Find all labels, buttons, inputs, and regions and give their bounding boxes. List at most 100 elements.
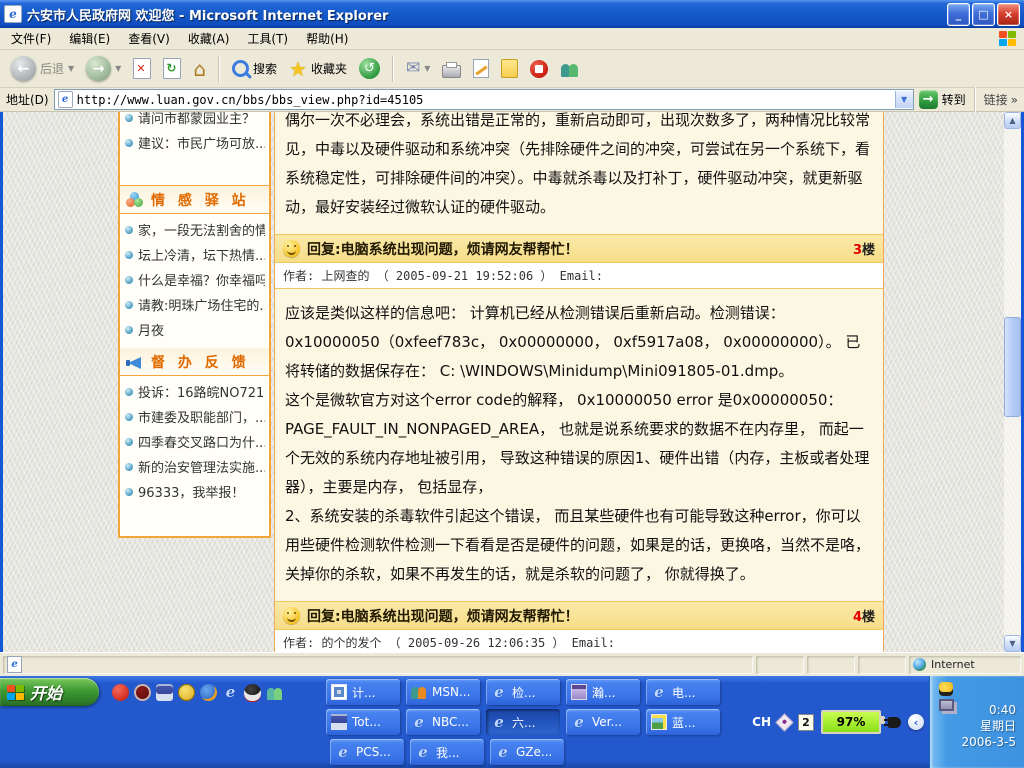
menu-view[interactable]: 查看(V) [119, 28, 179, 49]
notepad-button[interactable] [498, 57, 521, 80]
menu-favorites[interactable]: 收藏(A) [179, 28, 239, 49]
tray-badge-icon[interactable]: 2 [798, 714, 814, 731]
author-line: 作者: 上网查的 （ 2005-09-21 19:52:06 ） Email: [275, 263, 883, 289]
battery-indicator[interactable]: 97% [821, 710, 881, 734]
power-plug-icon[interactable] [888, 717, 901, 728]
edit-button[interactable] [470, 57, 492, 80]
qq-tray-icon[interactable] [939, 682, 953, 696]
ime-icon[interactable] [775, 713, 793, 731]
taskbar-window-button[interactable]: 六... [486, 709, 560, 735]
sidebar-topic-link[interactable]: 市建委及职能部门，... [125, 404, 265, 429]
mail-button[interactable]: ✉▼ [403, 58, 433, 79]
menu-help[interactable]: 帮助(H) [297, 28, 357, 49]
address-field[interactable]: e ▼ [54, 89, 914, 110]
home-button[interactable]: ⌂ [190, 57, 209, 81]
quick-launch-icon[interactable] [112, 684, 129, 701]
favorites-button[interactable]: ★ 收藏夹 [286, 57, 350, 81]
sidebar-topic-link[interactable]: 请问市都蒙园业主？ [125, 112, 265, 130]
taskbar-button-icon [411, 714, 427, 730]
sidebar-topic-link[interactable]: 坛上冷清，坛下热情... [125, 242, 265, 267]
post-content: 偶尔一次不必理会，系统出错是正常的，重新启动即可，出现次数多了，两种情况比较常见… [275, 112, 883, 234]
address-dropdown-icon[interactable]: ▼ [895, 91, 913, 108]
search-button[interactable]: 搜索 [229, 58, 280, 79]
bullet-icon [125, 438, 133, 446]
status-pane [807, 656, 855, 674]
quick-launch-icon[interactable] [266, 684, 283, 701]
vertical-scrollbar[interactable]: ▲ ▼ [1004, 112, 1021, 652]
scroll-up-icon[interactable]: ▲ [1004, 112, 1021, 129]
sidebar-topic-link[interactable]: 什么是幸福？你幸福吗？ [125, 267, 265, 292]
menu-edit[interactable]: 编辑(E) [60, 28, 119, 49]
windows-logo-icon [999, 31, 1016, 46]
address-label: 地址(D) [6, 91, 49, 108]
network-tray-icon[interactable] [939, 699, 954, 711]
links-toolbar[interactable]: 链接 » [984, 91, 1018, 108]
sidebar-topic-link[interactable]: 家，一段无法割舍的情感 [125, 217, 265, 242]
sidebar-topic-link[interactable]: 96333，我举报！ [125, 479, 265, 504]
sidebar-topic-link[interactable]: 请教:明珠广场住宅的... [125, 292, 265, 317]
menu-tools[interactable]: 工具(T) [238, 28, 297, 49]
ie-browser-window: e 六安市人民政府网 欢迎您 - Microsoft Internet Expl… [0, 0, 1024, 768]
maximize-button[interactable]: □ [972, 3, 995, 26]
sidebar-section-emotion: 情 感 驿 站 [120, 186, 269, 214]
scroll-down-icon[interactable]: ▼ [1004, 635, 1021, 652]
messenger-button[interactable] [557, 59, 583, 79]
stop-button[interactable] [130, 56, 154, 81]
taskbar-row-1: 计... MSN... 检... 瀚... [326, 679, 720, 705]
browser-viewport: 请问市都蒙园业主？ 建议：市民广场可放... 情 感 驿 站 [0, 112, 1024, 652]
forward-dropdown-icon[interactable]: ▼ [115, 64, 121, 73]
print-button[interactable] [439, 58, 464, 80]
taskbar-window-button[interactable]: 瀚... [566, 679, 640, 705]
taskbar-window-button[interactable]: GZe... [490, 739, 564, 765]
sidebar-topic-link[interactable]: 新的治安管理法实施... [125, 454, 265, 479]
taskbar-window-button[interactable]: PCS... [330, 739, 404, 765]
back-dropdown-icon[interactable]: ▼ [68, 64, 74, 73]
quick-launch-icon[interactable] [244, 684, 261, 701]
printer-icon [442, 65, 461, 78]
url-input[interactable] [77, 93, 891, 107]
bullet-icon [125, 413, 133, 421]
language-indicator[interactable]: CH [752, 715, 771, 729]
taskbar-window-button[interactable]: Tot... [326, 709, 400, 735]
sidebar-topic-link[interactable]: 建议：市民广场可放... [125, 130, 265, 155]
taskbar-window-button[interactable]: 我... [410, 739, 484, 765]
sidebar-topic-link[interactable]: 投诉：16路皖NO7213... [125, 379, 265, 404]
sidebar-topic-link[interactable]: 四季春交叉路口为什... [125, 429, 265, 454]
taskbar-button-icon [571, 684, 587, 700]
internet-globe-icon [913, 658, 926, 671]
taskbar-window-button[interactable]: 计... [326, 679, 400, 705]
start-button[interactable]: 开始 [0, 678, 99, 706]
refresh-button[interactable] [160, 56, 184, 81]
taskbar-window-button[interactable]: NBC... [406, 709, 480, 735]
quick-launch-icon[interactable] [178, 684, 195, 701]
forum-thread-panel: 偶尔一次不必理会，系统出错是正常的，重新启动即可，出现次数多了，两种情况比较常见… [274, 112, 884, 652]
notepad-icon [501, 59, 518, 78]
forward-button[interactable]: → ▼ [83, 54, 124, 83]
taskbar-window-button[interactable]: 蓝... [646, 709, 720, 735]
history-button[interactable]: ↺ [356, 56, 383, 81]
taskbar-window-button[interactable]: 检... [486, 679, 560, 705]
quick-launch-icon[interactable] [156, 684, 173, 701]
taskbar-window-button[interactable]: MSN... [406, 679, 480, 705]
scrollbar-thumb[interactable] [1004, 317, 1021, 417]
hide-icons-chevron[interactable]: ‹ [908, 714, 924, 730]
minimize-button[interactable]: _ [947, 3, 970, 26]
quick-launch-icon[interactable] [222, 684, 239, 701]
taskbar-button-icon [331, 714, 347, 730]
quick-launch-icon[interactable] [200, 684, 217, 701]
author-line: 作者: 的个的发个 （ 2005-09-26 12:06:35 ） Email: [275, 630, 883, 652]
taskbar-button-icon [335, 744, 351, 760]
close-button[interactable]: × [997, 3, 1020, 26]
quick-launch-icon[interactable] [134, 684, 151, 701]
go-button[interactable]: → 转到 [919, 90, 966, 109]
home-icon: ⌂ [193, 59, 206, 79]
taskbar-window-button[interactable]: 电... [646, 679, 720, 705]
menu-file[interactable]: 文件(F) [2, 28, 60, 49]
menu-bar: 文件(F) 编辑(E) 查看(V) 收藏(A) 工具(T) 帮助(H) [0, 28, 1024, 50]
sidebar-topic-link[interactable]: 月夜 [125, 317, 265, 342]
address-bar: 地址(D) e ▼ → 转到 链接 » [0, 88, 1024, 112]
mail-icon: ✉ [406, 60, 420, 77]
back-button[interactable]: ← 后退 ▼ [8, 54, 77, 83]
taskbar-window-button[interactable]: Ver... [566, 709, 640, 735]
download-tool-button[interactable] [527, 58, 551, 80]
